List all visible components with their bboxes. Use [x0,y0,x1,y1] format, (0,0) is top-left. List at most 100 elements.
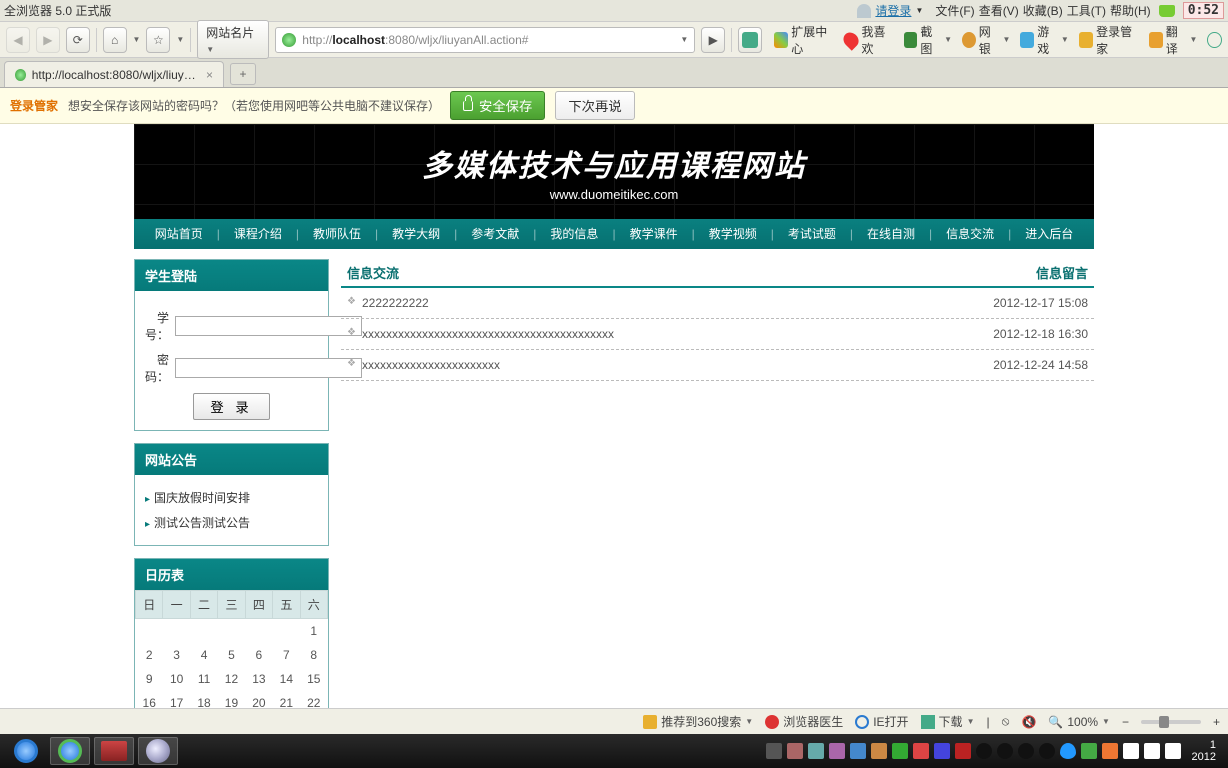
tray-icon[interactable] [892,743,908,759]
tray-flag-icon[interactable] [1123,743,1139,759]
password-input[interactable] [175,358,362,378]
cal-day[interactable]: 8 [300,643,327,667]
cal-day[interactable]: 12 [218,667,245,691]
save-password-button[interactable]: 安全保存 [450,91,545,120]
tray-shield-icon[interactable] [1060,743,1076,759]
login-link[interactable]: 请登录 [875,2,911,19]
bank-button[interactable]: 网银▼ [962,23,1010,57]
block-icon[interactable]: ⦸ [1002,714,1010,729]
leave-message-link[interactable]: 信息留言 [1036,263,1088,282]
username-input[interactable] [175,316,362,336]
extensions-button[interactable]: 扩展中心 [774,23,834,57]
translate-button[interactable]: 翻译▼ [1149,23,1197,57]
zoom-slider[interactable] [1141,720,1201,724]
taskbar-eclipse[interactable] [138,737,178,765]
bookmark-dropdown-icon[interactable]: ▼ [176,35,184,44]
tray-icon[interactable] [913,743,929,759]
site-card-button[interactable]: 网站名片 ▼ [197,20,269,59]
url-dropdown-icon[interactable]: ▼ [680,35,688,44]
go-button[interactable]: ▶ [701,27,725,53]
nav-item[interactable]: 教学课件 [616,219,692,249]
tray-icon[interactable] [787,743,803,759]
nav-item[interactable]: 在线自测 [853,219,929,249]
nav-item[interactable]: 教师队伍 [299,219,375,249]
mute-button[interactable]: 🔇 [1021,715,1036,729]
reload-button[interactable]: ⟳ [66,27,90,53]
cal-day[interactable]: 9 [136,667,163,691]
tray-icon[interactable] [1102,743,1118,759]
home-button[interactable]: ⌂ [103,27,127,53]
cal-day[interactable]: 11 [190,667,217,691]
games-button[interactable]: 游戏▼ [1020,23,1068,57]
cal-day[interactable]: 14 [273,667,300,691]
open-in-ie-button[interactable]: IE打开 [855,713,908,730]
tray-qq-icon[interactable] [976,743,992,759]
cal-day[interactable]: 4 [190,643,217,667]
notice-item[interactable]: 测试公告测试公告 [145,510,318,535]
downloads-button[interactable]: 下载▼ [921,713,975,730]
cal-day[interactable]: 13 [245,667,272,691]
later-button[interactable]: 下次再说 [555,91,634,120]
nav-item[interactable]: 教学大纲 [378,219,454,249]
nav-item[interactable]: 我的信息 [536,219,612,249]
tray-icon[interactable] [871,743,887,759]
tray-network-icon[interactable] [1165,743,1181,759]
tray-icon[interactable] [808,743,824,759]
tray-icon[interactable] [934,743,950,759]
menu-help[interactable]: 帮助(H) [1110,2,1151,19]
nav-item[interactable]: 网站首页 [141,219,217,249]
nav-item[interactable]: 参考文献 [457,219,533,249]
tray-icon[interactable] [955,743,971,759]
tray-icon[interactable] [1081,743,1097,759]
cal-day[interactable]: 7 [273,643,300,667]
menu-favorites[interactable]: 收藏(B) [1023,2,1063,19]
tab-close-button[interactable]: × [206,68,213,82]
refresh-page-button[interactable] [738,27,762,53]
screenshot-button[interactable]: 截图▼ [904,23,952,57]
tray-qq-icon[interactable] [997,743,1013,759]
nav-item[interactable]: 信息交流 [932,219,1008,249]
login-dropdown-icon[interactable]: ▼ [915,6,923,15]
tray-icon[interactable] [829,743,845,759]
message-row[interactable]: xxxxxxxxxxxxxxxxxxxxxxxxxxxxxxxxxxxxxxxx… [341,319,1094,350]
taskbar-toolbox[interactable] [94,737,134,765]
zoom-label[interactable]: 🔍 100%▼ [1048,715,1110,729]
browser-doctor-button[interactable]: 浏览器医生 [765,713,843,730]
taskbar-clock[interactable]: 12012 [1186,739,1222,763]
bookmark-button[interactable]: ☆ [146,27,170,53]
zoom-out-button[interactable]: − [1122,715,1129,729]
taskbar-browser[interactable] [50,737,90,765]
recommend-search-button[interactable]: 推荐到360搜索▼ [643,713,753,730]
cal-day[interactable]: 1 [300,619,327,644]
cal-day[interactable]: 5 [218,643,245,667]
tab-1[interactable]: http://localhost:8080/wljx/liuyanAll... … [4,61,224,87]
nav-item[interactable]: 教学视频 [695,219,771,249]
cal-day[interactable]: 3 [163,643,190,667]
message-row[interactable]: 22222222222012-12-17 15:08 [341,288,1094,319]
tray-qq-icon[interactable] [1018,743,1034,759]
zoom-in-button[interactable]: + [1213,715,1220,729]
address-bar[interactable]: http://localhost:8080/wljx/liuyanAll.act… [275,27,695,53]
tray-qq-icon[interactable] [1039,743,1055,759]
login-button[interactable]: 登 录 [193,393,269,420]
skin-icon[interactable] [1159,5,1175,17]
cal-day[interactable]: 10 [163,667,190,691]
password-keeper-button[interactable]: 登录管家 [1079,23,1139,57]
message-row[interactable]: xxxxxxxxxxxxxxxxxxxxxxx2012-12-24 14:58 [341,350,1094,381]
new-tab-button[interactable]: + [230,63,256,85]
cal-day[interactable]: 2 [136,643,163,667]
cal-day[interactable]: 6 [245,643,272,667]
tray-volume-icon[interactable] [1144,743,1160,759]
nav-item[interactable]: 进入后台 [1011,219,1087,249]
tray-icon[interactable] [850,743,866,759]
menu-view[interactable]: 查看(V) [979,2,1019,19]
more-button[interactable] [1207,32,1222,48]
notice-item[interactable]: 国庆放假时间安排 [145,485,318,510]
menu-file[interactable]: 文件(F) [935,2,974,19]
nav-item[interactable]: 考试试题 [774,219,850,249]
menu-tools[interactable]: 工具(T) [1067,2,1106,19]
forward-button[interactable]: ▶ [36,27,60,53]
taskbar-ie[interactable] [6,737,46,765]
home-dropdown-icon[interactable]: ▼ [133,35,141,44]
back-button[interactable]: ◀ [6,27,30,53]
